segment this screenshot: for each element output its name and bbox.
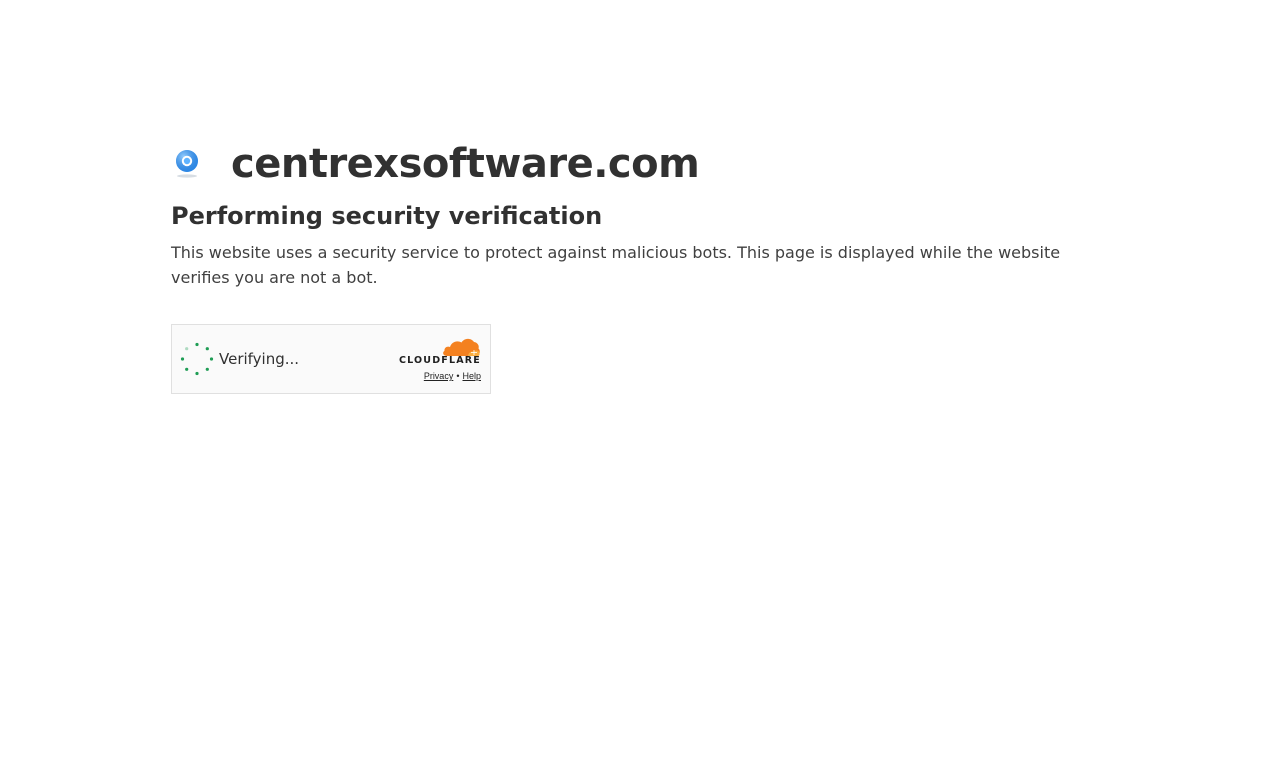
cloudflare-brand: CLOUDFLARE Privacy • Help <box>391 337 481 383</box>
verifying-status: Verifying... <box>219 350 300 368</box>
help-link[interactable]: Help <box>462 371 481 381</box>
site-favicon-icon <box>171 148 203 180</box>
page-description: This website uses a security service to … <box>171 243 1061 287</box>
cloudflare-wordmark: CLOUDFLARE <box>398 355 481 366</box>
challenge-main: centrexsoftware.com Performing security … <box>171 140 1121 290</box>
privacy-link[interactable]: Privacy <box>424 371 454 381</box>
site-header: centrexsoftware.com <box>171 140 1121 188</box>
widget-links: Privacy • Help <box>424 370 481 382</box>
site-name: centrexsoftware.com <box>231 141 700 187</box>
turnstile-widget[interactable]: Verifying... CLOUDFLARE Privacy • Help <box>171 324 491 394</box>
link-separator: • <box>456 371 460 381</box>
spinner-icon <box>180 342 214 376</box>
page-title: Performing security verification <box>171 202 603 230</box>
